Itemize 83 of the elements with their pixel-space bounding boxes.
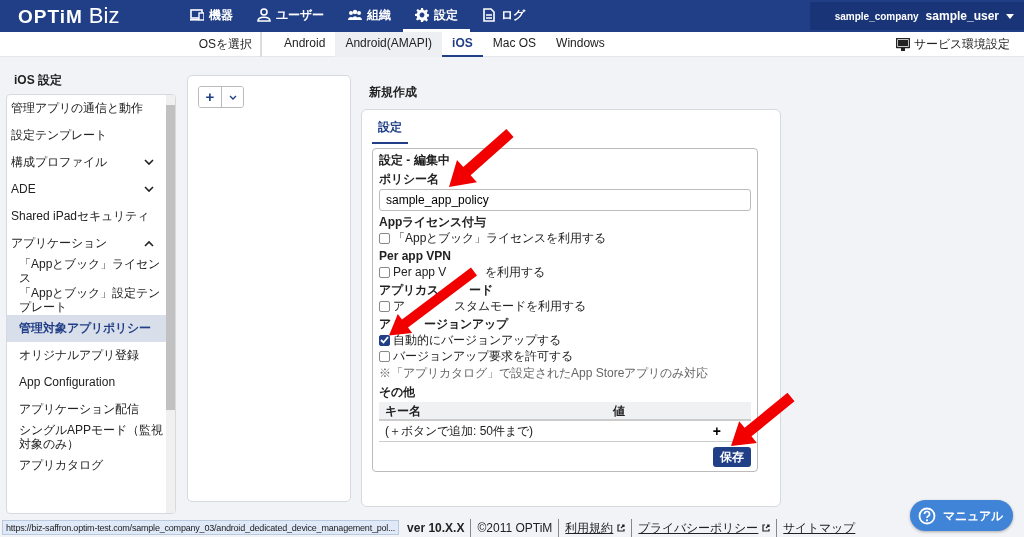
checkbox[interactable] xyxy=(379,300,390,312)
caret-icon xyxy=(228,94,237,100)
field-label: アプリカス xyxy=(379,282,439,299)
tab[interactable]: 設定 xyxy=(372,114,408,144)
sidebar-item[interactable]: アプリケーション xyxy=(7,230,168,257)
monitor-icon xyxy=(896,37,910,51)
sidebar-item[interactable]: アプリケーション配信 xyxy=(7,395,168,423)
help-icon xyxy=(918,506,936,525)
sidebar-item[interactable]: ADE xyxy=(7,176,168,203)
sidebar-item[interactable]: アプリカタログ xyxy=(7,451,168,479)
checkbox-label[interactable]: を利用する xyxy=(485,263,545,281)
checkbox[interactable] xyxy=(379,334,390,346)
checkbox[interactable] xyxy=(379,232,390,244)
group-icon xyxy=(348,7,362,22)
os-tab[interactable]: Android xyxy=(274,32,336,57)
field-label: ポリシー名 xyxy=(379,171,439,188)
os-tab[interactable]: Mac OS xyxy=(482,32,547,57)
checkbox-label[interactable]: バージョンアップ要求を許可する xyxy=(393,347,573,365)
manual-button[interactable]: マニュアル xyxy=(910,500,1013,531)
caret-icon xyxy=(1006,13,1014,19)
dropdown-button[interactable] xyxy=(221,87,243,107)
checkbox[interactable] xyxy=(379,350,390,362)
section-title: 設定 - 編集中 xyxy=(379,152,451,169)
field-label: Appライセンス付与 xyxy=(379,214,487,231)
status-url: https://biz-saffron.optim-test.com/sample_company_03/android_dedicated_device_management_pol... xyxy=(2,520,400,535)
footer-link[interactable]: 利用規約 xyxy=(565,518,614,537)
document-icon xyxy=(482,7,496,22)
device-icon xyxy=(190,7,204,22)
field-label: その他 xyxy=(379,384,415,401)
sidebar-item[interactable]: App Configuration xyxy=(7,368,168,396)
logo: OPTiM Biz xyxy=(17,1,121,30)
os-tab[interactable]: iOS xyxy=(442,32,483,57)
checkbox[interactable] xyxy=(379,266,390,278)
footer-link[interactable]: プライバシーポリシー xyxy=(638,518,759,537)
annotation-arrow xyxy=(449,128,514,187)
sidebar-item[interactable]: 設定テンプレート xyxy=(7,122,168,149)
field-label: ード xyxy=(469,282,494,299)
scrollbar-thumb[interactable] xyxy=(166,105,175,410)
sidebar-item[interactable]: 管理アプリの通信と動作 xyxy=(7,95,168,122)
nav-tab[interactable]: ユーザー xyxy=(245,0,336,32)
checkbox-label[interactable]: Per app V xyxy=(393,263,447,281)
sidebar-item[interactable]: 「Appとブック」ライセンス xyxy=(7,257,168,286)
copyright-text: ©2011 OPTiM xyxy=(477,519,553,537)
chevron-down-icon xyxy=(144,186,154,193)
check-icon xyxy=(380,336,389,344)
checkbox-label[interactable]: スタムモードを利用する xyxy=(453,297,586,315)
checkbox-label[interactable]: ア xyxy=(393,297,405,315)
checkbox-label[interactable]: 「Appとブック」ライセンスを利用する xyxy=(393,229,607,247)
chevron-up-icon xyxy=(144,240,154,247)
os-select-label: OSを選択 xyxy=(0,32,262,57)
version-text: ver 10.X.X xyxy=(407,519,465,537)
scrollbar[interactable] xyxy=(166,95,175,513)
chevron-down-icon xyxy=(144,159,154,166)
sidebar-item[interactable]: 管理対象アプリポリシー xyxy=(7,314,168,342)
sidebar-item[interactable]: オリジナルアプリ登録 xyxy=(7,341,168,369)
nav-tab[interactable]: 機器 xyxy=(178,0,245,32)
sidebar-item[interactable]: 構成プロファイル xyxy=(7,149,168,176)
settings-icon xyxy=(415,7,429,22)
column-header: 値 xyxy=(613,402,625,420)
page-title: 新規作成 xyxy=(368,84,418,101)
nav-tab[interactable]: ログ xyxy=(470,0,537,32)
add-row-button[interactable]: + xyxy=(712,424,721,438)
annotation-arrow xyxy=(731,392,795,446)
sidebar-title: iOS 設定 xyxy=(13,72,63,89)
empty-row-text: (＋ボタンで追加: 50件まで) xyxy=(385,423,533,440)
os-tab[interactable]: Windows xyxy=(546,32,615,57)
sidebar-item[interactable]: 「Appとブック」設定テンプレート xyxy=(7,285,168,315)
footer-link[interactable]: サイトマップ xyxy=(783,518,856,537)
field-label: ージョンアップ xyxy=(423,316,508,333)
checkbox-label[interactable]: 自動的にバージョンアップする xyxy=(393,331,561,349)
field-label: Per app VPN xyxy=(379,248,452,265)
user-icon xyxy=(257,7,271,22)
nav-tab[interactable]: 組織 xyxy=(336,0,403,32)
field-label: ア xyxy=(379,316,391,333)
column-header: キー名 xyxy=(385,402,422,420)
sidebar-item[interactable]: シングルAPPモード（監視対象のみ） xyxy=(7,422,168,452)
service-settings-link[interactable]: サービス環境設定 xyxy=(914,35,1010,53)
os-tab[interactable]: Android(AMAPI) xyxy=(335,32,443,57)
user-menu[interactable]: sample_company sample_user xyxy=(810,2,1024,30)
save-button[interactable]: 保存 xyxy=(713,447,751,467)
note-text: ※「アプリカタログ」で設定されたApp Storeアプリのみ対応 xyxy=(379,365,710,382)
sidebar-item[interactable]: Shared iPadセキュリティ xyxy=(7,203,168,230)
text-field[interactable]: sample_app_policy xyxy=(379,189,751,211)
